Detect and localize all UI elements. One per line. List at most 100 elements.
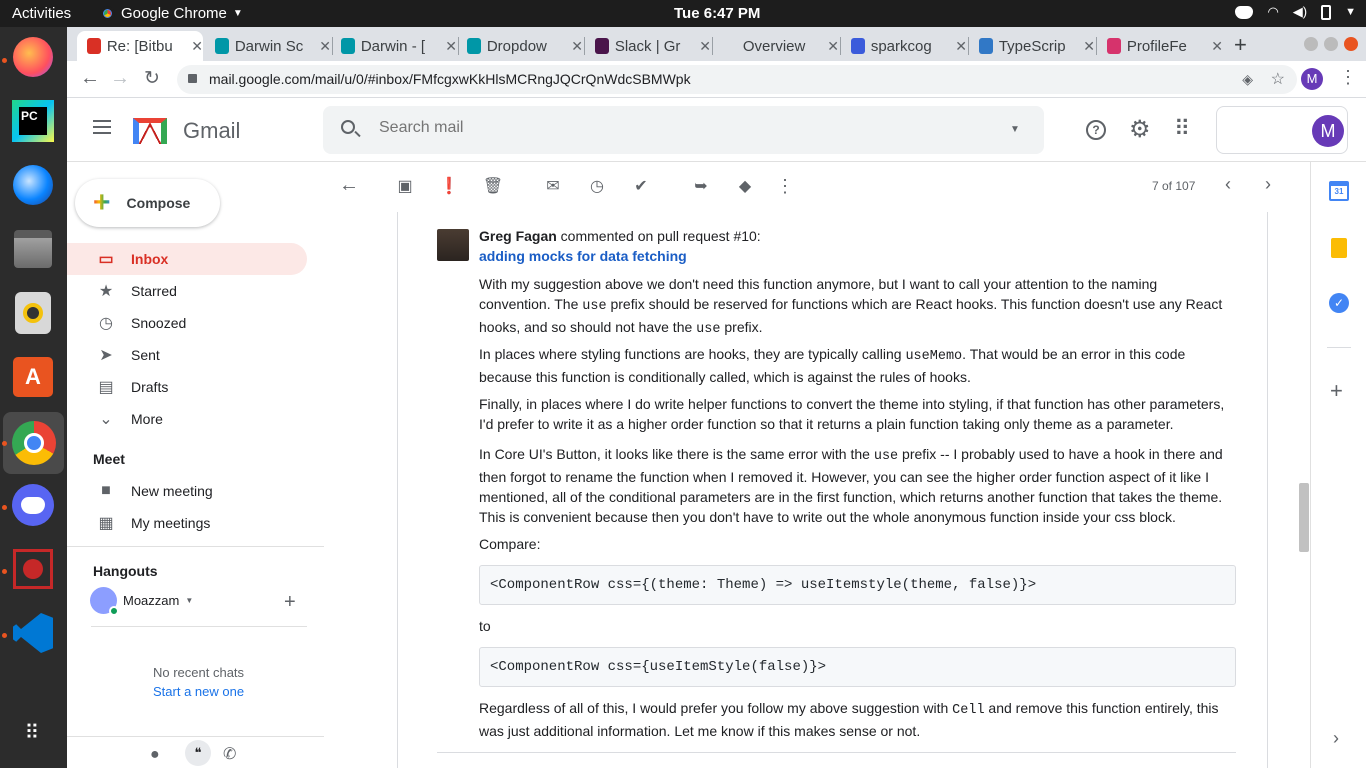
pycharm-icon[interactable]: PC (10, 98, 56, 144)
delete-icon[interactable]: 🗑 (482, 176, 504, 198)
tasks-icon[interactable]: ✓ (1329, 293, 1349, 313)
clock[interactable]: Tue 6:47 PM (674, 5, 760, 22)
back-icon[interactable]: ← (80, 67, 100, 90)
thunderbird-icon[interactable] (10, 162, 56, 208)
omnibox[interactable]: mail.google.com/mail/u/0/#inbox/FMfcgxwK… (177, 65, 1297, 94)
search-input[interactable] (379, 119, 939, 137)
sidebar-item-inbox[interactable]: ▭ Inbox (67, 243, 307, 275)
account-box[interactable]: M (1216, 106, 1348, 154)
search-bar[interactable]: ▼ (323, 106, 1044, 154)
sidebar-item-starred[interactable]: ★ Starred (67, 275, 307, 307)
mark-unread-icon[interactable]: ✉ (542, 176, 564, 198)
tab-4[interactable]: Dropdow ✕ (457, 31, 583, 61)
tab-9[interactable]: ProfileFe ✕ (1097, 31, 1223, 61)
extension-icon[interactable]: ◈ (1242, 65, 1253, 94)
label-icon[interactable]: ◆ (734, 176, 756, 198)
tab-label: TypeScrip (998, 37, 1066, 55)
screen-recorder-icon[interactable] (10, 546, 56, 592)
software-center-icon[interactable]: A (10, 354, 56, 400)
meet-my-meetings[interactable]: ▦ My meetings (67, 507, 307, 539)
start-chat-link[interactable]: Start a new one (153, 684, 244, 699)
send-icon: ➤ (99, 347, 113, 364)
discord-tray-icon[interactable] (1235, 5, 1254, 19)
new-tab-button[interactable]: + (1234, 32, 1247, 58)
rhythmbox-icon[interactable] (10, 290, 56, 336)
account-avatar[interactable]: M (1312, 115, 1344, 147)
back-to-inbox-icon[interactable]: ← (338, 174, 360, 196)
keep-icon[interactable] (1331, 238, 1347, 258)
discord-icon[interactable] (10, 482, 56, 528)
close-tab-icon[interactable]: ✕ (571, 38, 583, 55)
close-tab-icon[interactable]: ✕ (699, 38, 711, 55)
sidebar-item-sent[interactable]: ➤ Sent (67, 339, 307, 371)
settings-gear-icon[interactable]: ⚙ (1129, 115, 1151, 144)
tab-8[interactable]: TypeScrip ✕ (969, 31, 1095, 61)
add-chat-icon[interactable]: + (284, 591, 296, 614)
tab-7[interactable]: sparkcog ✕ (841, 31, 967, 61)
vscode-icon[interactable] (10, 610, 56, 656)
meet-new-meeting[interactable]: ■ New meeting (67, 475, 307, 507)
close-tab-icon[interactable]: ✕ (445, 38, 457, 55)
contacts-icon[interactable]: ● (150, 746, 160, 764)
tab-3[interactable]: Darwin - [✕ (331, 31, 457, 61)
older-icon[interactable]: › (1257, 174, 1279, 196)
email-paragraph: In Core UI's Button, it looks like there… (479, 446, 1223, 525)
firefox-icon[interactable] (10, 34, 56, 80)
forward-icon[interactable]: → (110, 67, 130, 90)
phone-icon[interactable]: ✆ (223, 744, 236, 764)
newer-icon[interactable]: ‹ (1217, 174, 1239, 196)
apps-grid-icon[interactable]: ⠿ (1174, 116, 1190, 142)
power-icon[interactable]: ▼ (1345, 6, 1356, 18)
bookmark-star-icon[interactable]: ☆ (1271, 65, 1285, 94)
move-to-icon[interactable]: ➥ (690, 176, 712, 198)
close-tab-icon[interactable]: ✕ (955, 38, 967, 55)
close-tab-icon[interactable]: ✕ (319, 38, 331, 55)
add-addon-icon[interactable]: + (1330, 378, 1343, 404)
activities-button[interactable]: Activities (12, 5, 71, 22)
report-spam-icon[interactable]: ❗ (438, 176, 460, 198)
hangouts-user[interactable]: Moazzam ▼ (90, 587, 193, 616)
add-task-icon[interactable]: ✔ (630, 176, 652, 198)
profile-avatar[interactable]: M (1301, 68, 1323, 90)
window-controls (1304, 37, 1358, 51)
expand-panel-icon[interactable]: › (1333, 728, 1339, 749)
maximize-button[interactable] (1324, 37, 1338, 51)
tab-2[interactable]: Darwin Sc ✕ (205, 31, 331, 61)
pr-link[interactable]: adding mocks for data fetching (479, 248, 687, 264)
files-icon[interactable] (10, 226, 56, 272)
calendar-icon[interactable]: 31 (1329, 181, 1349, 201)
gmail-logo-icon[interactable] (133, 118, 167, 144)
minimize-button[interactable] (1304, 37, 1318, 51)
search-icon[interactable] (341, 120, 361, 138)
snooze-icon[interactable]: ◷ (586, 176, 608, 198)
tab-6[interactable]: Overview ✕ (713, 31, 839, 61)
volume-icon[interactable]: ◀) (1293, 4, 1307, 20)
wifi-icon[interactable]: ◠ (1267, 4, 1278, 20)
sidebar-item-snoozed[interactable]: ◷ Snoozed (67, 307, 307, 339)
chrome-menu-icon[interactable]: ⋮ (1339, 67, 1357, 88)
reload-icon[interactable]: ↻ (144, 67, 160, 90)
system-tray[interactable]: ◠ ◀) ▼ (1235, 4, 1356, 20)
hangouts-tab-icon[interactable]: ❝ (185, 740, 211, 766)
app-grid-icon[interactable]: ⠿ (10, 710, 56, 756)
chrome-icon[interactable] (3, 412, 64, 474)
search-options-icon[interactable]: ▼ (1010, 124, 1020, 135)
battery-icon[interactable] (1321, 4, 1332, 20)
compose-button[interactable]: + Compose (75, 179, 220, 227)
tab-1[interactable]: Re: [Bitbu ✕ (77, 31, 203, 61)
plus-icon: + (93, 186, 111, 219)
scrollbar-thumb[interactable] (1299, 483, 1309, 552)
help-icon[interactable]: ? (1086, 120, 1106, 140)
close-tab-icon[interactable]: ✕ (827, 38, 839, 55)
sidebar-item-drafts[interactable]: ▤ Drafts (67, 371, 307, 403)
close-tab-icon[interactable]: ✕ (1211, 38, 1223, 55)
close-tab-icon[interactable]: ✕ (191, 38, 203, 55)
tab-5[interactable]: Slack | Gr ✕ (585, 31, 711, 61)
archive-icon[interactable]: ▣ (394, 176, 416, 198)
app-menu[interactable]: Google Chrome ▼ (100, 5, 243, 22)
more-options-icon[interactable]: ⋮ (774, 176, 796, 198)
main-menu-icon[interactable] (93, 120, 111, 134)
sidebar-item-more[interactable]: ⌄ More (67, 403, 307, 435)
close-tab-icon[interactable]: ✕ (1083, 38, 1095, 55)
close-button[interactable] (1344, 37, 1358, 51)
